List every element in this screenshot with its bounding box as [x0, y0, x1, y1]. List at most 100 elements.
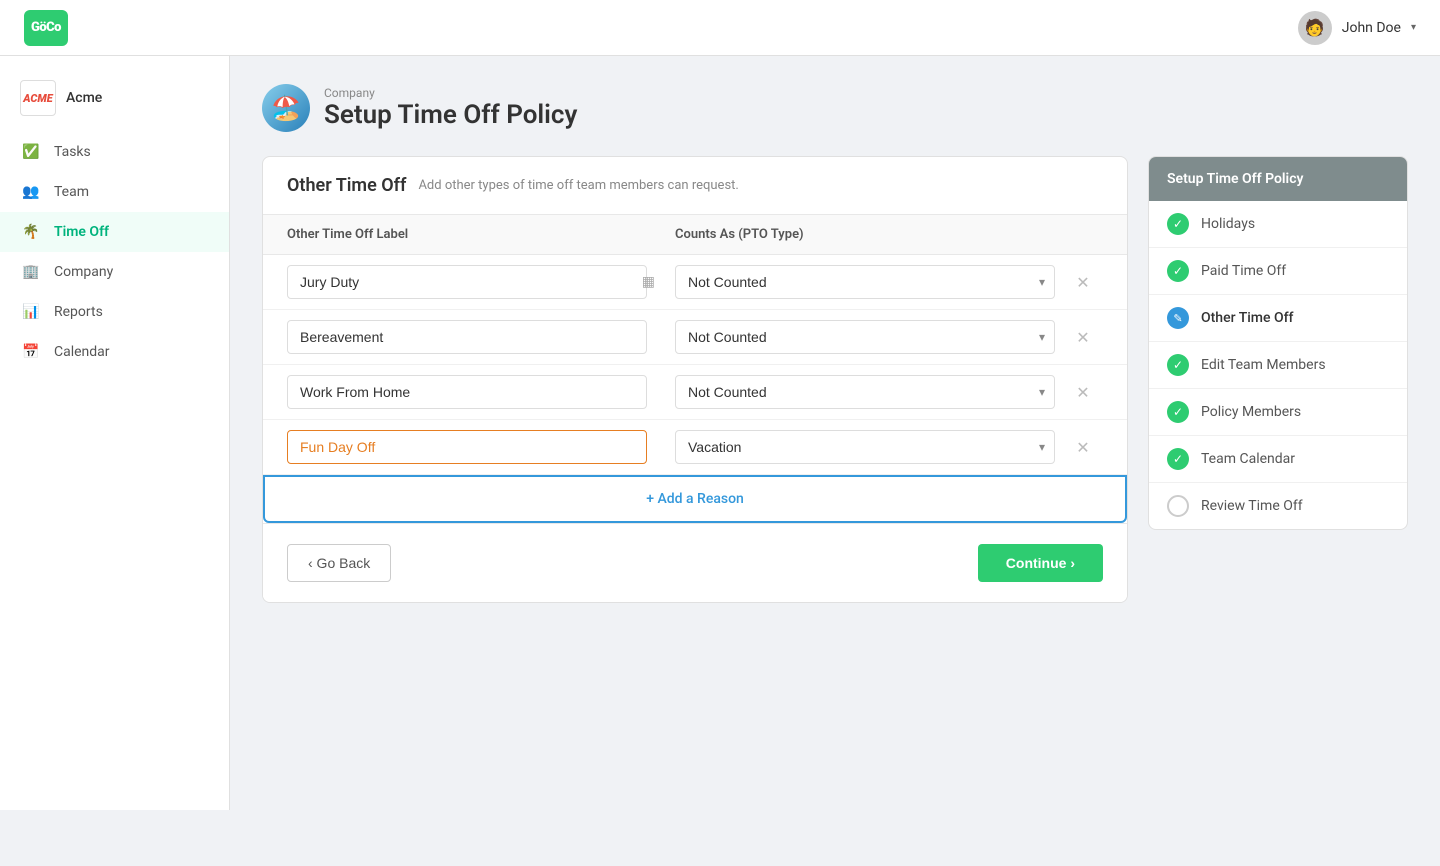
- add-reason-label: + Add a Reason: [646, 491, 744, 507]
- time-off-icon: 🌴: [20, 221, 42, 243]
- label-cell-1: ▦: [287, 265, 675, 299]
- sidebar-item-reports-label: Reports: [54, 304, 103, 320]
- sidebar: ACME Acme ✅ Tasks 👥 Team 🌴 Time Off 🏢 Co…: [0, 56, 230, 810]
- sidebar-item-tasks[interactable]: ✅ Tasks: [0, 132, 229, 172]
- table-header: Other Time Off Label Counts As (PTO Type…: [263, 215, 1127, 255]
- top-nav: GöCo 🧑 John Doe ▾: [0, 0, 1440, 56]
- add-reason-button[interactable]: + Add a Reason: [263, 475, 1127, 523]
- counts-select-2[interactable]: Not Counted Vacation Sick Leave Personal: [675, 320, 1055, 354]
- counts-select-wrapper-1: Not Counted Vacation Sick Leave Personal…: [675, 265, 1055, 299]
- rs-label-team-calendar: Team Calendar: [1201, 451, 1295, 467]
- check-icon-paid-time-off: ✓: [1167, 260, 1189, 282]
- section-header: Other Time Off Add other types of time o…: [263, 157, 1127, 215]
- logo[interactable]: GöCo: [24, 10, 68, 46]
- label-input-2[interactable]: [287, 320, 647, 354]
- sidebar-item-calendar[interactable]: 📅 Calendar: [0, 332, 229, 372]
- col-label-header: Other Time Off Label: [287, 227, 675, 242]
- reports-icon: 📊: [20, 301, 42, 323]
- sidebar-item-reports[interactable]: 📊 Reports: [0, 292, 229, 332]
- counts-select-1[interactable]: Not Counted Vacation Sick Leave Personal: [675, 265, 1055, 299]
- page-title-group: Company Setup Time Off Policy: [324, 86, 577, 130]
- rs-label-review-time-off: Review Time Off: [1201, 498, 1303, 514]
- check-icon-edit-team-members: ✓: [1167, 354, 1189, 376]
- sidebar-item-tasks-label: Tasks: [54, 144, 91, 160]
- rs-label-edit-team-members: Edit Team Members: [1201, 357, 1326, 373]
- rs-item-paid-time-off[interactable]: ✓ Paid Time Off: [1149, 248, 1407, 295]
- page-title: Setup Time Off Policy: [324, 100, 577, 130]
- go-back-button[interactable]: ‹ Go Back: [287, 544, 391, 582]
- main-card: Other Time Off Add other types of time o…: [262, 156, 1128, 603]
- counts-select-4[interactable]: Not Counted Vacation Sick Leave Personal: [675, 430, 1055, 464]
- edit-icon-other-time-off: ✎: [1167, 307, 1189, 329]
- counts-select-3[interactable]: Not Counted Vacation Sick Leave Personal: [675, 375, 1055, 409]
- page-header: 🏖️ Company Setup Time Off Policy: [262, 84, 1408, 132]
- tasks-icon: ✅: [20, 141, 42, 163]
- company-label: Company: [324, 86, 577, 100]
- delete-row-1[interactable]: ✕: [1063, 273, 1103, 292]
- sidebar-item-time-off[interactable]: 🌴 Time Off: [0, 212, 229, 252]
- section-subtitle: Add other types of time off team members…: [418, 178, 738, 193]
- delete-row-2[interactable]: ✕: [1063, 328, 1103, 347]
- rs-label-holidays: Holidays: [1201, 216, 1255, 232]
- check-icon-holidays: ✓: [1167, 213, 1189, 235]
- sidebar-item-time-off-label: Time Off: [54, 224, 109, 240]
- label-input-4[interactable]: [287, 430, 647, 464]
- company-logo: ACME: [20, 80, 56, 116]
- label-input-3[interactable]: [287, 375, 647, 409]
- team-icon: 👥: [20, 181, 42, 203]
- company-name: Acme: [66, 90, 102, 106]
- calendar-icon: 📅: [20, 341, 42, 363]
- rs-item-edit-team-members[interactable]: ✓ Edit Team Members: [1149, 342, 1407, 389]
- sidebar-item-calendar-label: Calendar: [54, 344, 110, 360]
- check-icon-team-calendar: ✓: [1167, 448, 1189, 470]
- rs-item-review-time-off[interactable]: Review Time Off: [1149, 483, 1407, 529]
- col-counts-header: Counts As (PTO Type): [675, 227, 1063, 242]
- table-row: ▦ Not Counted Vacation Sick Leave Person…: [263, 255, 1127, 310]
- logo-text: GöCo: [31, 20, 61, 35]
- counts-select-wrapper-3: Not Counted Vacation Sick Leave Personal…: [675, 375, 1055, 409]
- chevron-down-icon: ▾: [1411, 22, 1416, 33]
- rs-label-paid-time-off: Paid Time Off: [1201, 263, 1286, 279]
- user-menu[interactable]: 🧑 John Doe ▾: [1298, 11, 1416, 45]
- rs-item-policy-members[interactable]: ✓ Policy Members: [1149, 389, 1407, 436]
- page-icon: 🏖️: [262, 84, 310, 132]
- field-icon-1: ▦: [642, 274, 655, 290]
- counts-select-wrapper-4: Not Counted Vacation Sick Leave Personal…: [675, 430, 1055, 464]
- rs-item-holidays[interactable]: ✓ Holidays: [1149, 201, 1407, 248]
- delete-row-3[interactable]: ✕: [1063, 383, 1103, 402]
- table-row: Not Counted Vacation Sick Leave Personal…: [263, 420, 1127, 475]
- sidebar-item-company[interactable]: 🏢 Company: [0, 252, 229, 292]
- counts-select-wrapper-2: Not Counted Vacation Sick Leave Personal…: [675, 320, 1055, 354]
- counts-cell-4: Not Counted Vacation Sick Leave Personal…: [675, 430, 1063, 464]
- continue-button[interactable]: Continue ›: [978, 544, 1103, 582]
- user-name: John Doe: [1342, 20, 1401, 36]
- rs-label-policy-members: Policy Members: [1201, 404, 1301, 420]
- label-input-1[interactable]: [287, 265, 647, 299]
- section-title: Other Time Off: [287, 175, 406, 196]
- counts-cell-3: Not Counted Vacation Sick Leave Personal…: [675, 375, 1063, 409]
- check-icon-policy-members: ✓: [1167, 401, 1189, 423]
- company-item[interactable]: ACME Acme: [0, 72, 229, 124]
- main-content: 🏖️ Company Setup Time Off Policy Other T…: [230, 56, 1440, 810]
- counts-cell-1: Not Counted Vacation Sick Leave Personal…: [675, 265, 1063, 299]
- rs-label-other-time-off: Other Time Off: [1201, 310, 1294, 326]
- label-cell-3: [287, 375, 675, 409]
- table-row: Not Counted Vacation Sick Leave Personal…: [263, 365, 1127, 420]
- label-cell-4: [287, 430, 675, 464]
- sidebar-item-team-label: Team: [54, 184, 89, 200]
- circle-icon-review-time-off: [1167, 495, 1189, 517]
- label-input-wrapper-1: ▦: [287, 265, 663, 299]
- table-row: Not Counted Vacation Sick Leave Personal…: [263, 310, 1127, 365]
- delete-row-4[interactable]: ✕: [1063, 438, 1103, 457]
- card-footer: ‹ Go Back Continue ›: [263, 523, 1127, 602]
- rs-item-team-calendar[interactable]: ✓ Team Calendar: [1149, 436, 1407, 483]
- sidebar-item-team[interactable]: 👥 Team: [0, 172, 229, 212]
- rs-item-other-time-off[interactable]: ✎ Other Time Off: [1149, 295, 1407, 342]
- company-icon: 🏢: [20, 261, 42, 283]
- avatar: 🧑: [1298, 11, 1332, 45]
- logo-box: GöCo: [24, 10, 68, 46]
- label-cell-2: [287, 320, 675, 354]
- right-sidebar: Setup Time Off Policy ✓ Holidays ✓ Paid …: [1148, 156, 1408, 530]
- counts-cell-2: Not Counted Vacation Sick Leave Personal…: [675, 320, 1063, 354]
- sidebar-item-company-label: Company: [54, 264, 113, 280]
